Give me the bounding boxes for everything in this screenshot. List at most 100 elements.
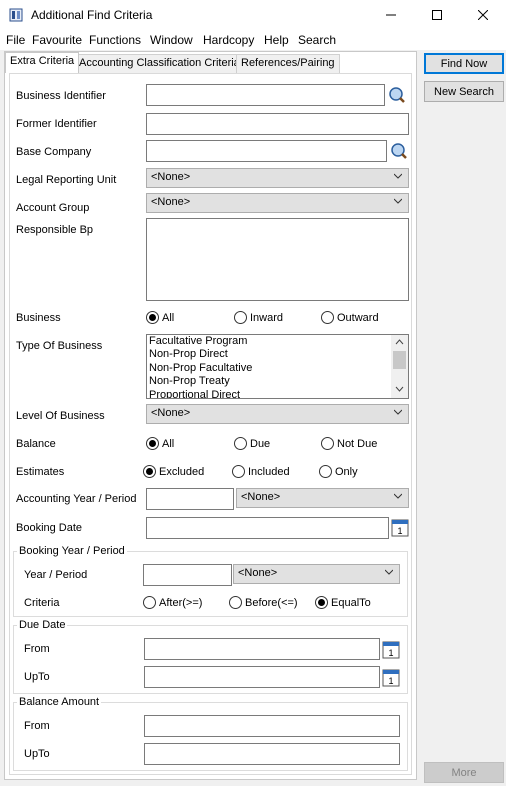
- tab-accounting-classification-criteria[interactable]: Accounting Classification Criteria: [74, 54, 245, 73]
- scrollbar-graphic: [393, 339, 406, 392]
- estimates-radio-only[interactable]: Only: [319, 465, 358, 478]
- list-item[interactable]: Proportional Direct: [147, 389, 408, 398]
- estimates-radio-included[interactable]: Included: [232, 465, 290, 478]
- booking-year-period-title: Booking Year / Period: [17, 545, 127, 557]
- responsible-bp-input[interactable]: [146, 218, 409, 301]
- menu-search[interactable]: Search: [298, 33, 336, 47]
- due-date-upto-input[interactable]: [144, 666, 380, 688]
- radio-icon: [143, 596, 156, 609]
- calendar-icon[interactable]: 1: [382, 667, 400, 687]
- calendar-icon[interactable]: 1: [391, 517, 409, 537]
- menu-help[interactable]: Help: [264, 33, 289, 47]
- account-group-select[interactable]: <None>: [146, 193, 409, 213]
- estimates-radio-excluded[interactable]: Excluded: [143, 465, 204, 478]
- tab-references-pairing[interactable]: References/Pairing: [236, 54, 340, 73]
- minimize-icon: [386, 14, 396, 16]
- balance-radio-due-label: Due: [250, 437, 271, 450]
- accounting-period-select[interactable]: <None>: [236, 488, 409, 508]
- booking-period-select[interactable]: <None>: [233, 564, 400, 584]
- accounting-period-value: <None>: [241, 491, 281, 503]
- accounting-year-input[interactable]: [146, 488, 234, 510]
- due-date-title: Due Date: [17, 619, 68, 631]
- type-of-business-listbox[interactable]: Facultative Program Non-Prop Direct Non-…: [146, 334, 409, 399]
- list-item[interactable]: Non-Prop Treaty: [147, 375, 408, 388]
- chevron-down-icon: [394, 173, 402, 179]
- estimates-radio-excluded-label: Excluded: [159, 465, 205, 478]
- menu-window[interactable]: Window: [150, 33, 193, 47]
- magnifier-icon: [391, 143, 407, 159]
- new-search-button[interactable]: New Search: [424, 81, 504, 102]
- business-radio-all[interactable]: All: [146, 311, 174, 324]
- app-icon: [9, 8, 23, 22]
- radio-icon: [234, 437, 247, 450]
- criteria-radio-equal-to-label: EqualTo: [331, 596, 371, 609]
- balance-radio-all[interactable]: All: [146, 437, 174, 450]
- responsible-bp-label: Responsible Bp: [16, 224, 94, 236]
- business-identifier-lookup-button[interactable]: [387, 84, 407, 106]
- more-button[interactable]: More: [424, 762, 504, 783]
- type-of-business-scrollbar[interactable]: [391, 335, 408, 398]
- criteria-radio-before-label: Before(<=): [245, 596, 298, 609]
- base-company-lookup-button[interactable]: [389, 140, 409, 162]
- balance-amount-from-label: From: [24, 720, 50, 732]
- menu-favourite[interactable]: Favourite: [32, 33, 82, 47]
- maximize-icon: [432, 10, 442, 20]
- estimates-label: Estimates: [16, 466, 65, 478]
- calendar-icon[interactable]: 1: [382, 639, 400, 659]
- balance-radio-not-due-label: Not Due: [337, 437, 378, 450]
- tab-extra-criteria[interactable]: Extra Criteria: [5, 52, 80, 73]
- level-of-business-value: <None>: [151, 407, 191, 419]
- menu-file[interactable]: File: [6, 33, 25, 47]
- title-bar: Additional Find Criteria: [0, 0, 506, 30]
- menu-functions[interactable]: Functions: [89, 33, 141, 47]
- list-item[interactable]: Non-Prop Direct: [147, 348, 408, 361]
- booking-year-input[interactable]: [143, 564, 232, 586]
- chevron-down-icon: [394, 198, 402, 204]
- criteria-radio-after[interactable]: After(>=): [143, 596, 202, 609]
- minimize-button[interactable]: [368, 0, 414, 30]
- chevron-down-icon: [394, 409, 402, 415]
- account-group-label: Account Group: [16, 202, 90, 214]
- booking-year-period-label: Year / Period: [24, 569, 88, 581]
- balance-radio-due[interactable]: Due: [234, 437, 270, 450]
- balance-radio-all-label: All: [162, 437, 175, 450]
- legal-reporting-unit-select[interactable]: <None>: [146, 168, 409, 188]
- business-radio-outward-label: Outward: [337, 311, 379, 324]
- due-date-from-input[interactable]: [144, 638, 380, 660]
- balance-label: Balance: [16, 438, 56, 450]
- radio-icon: [234, 311, 247, 324]
- level-of-business-select[interactable]: <None>: [146, 404, 409, 424]
- legal-reporting-unit-label: Legal Reporting Unit: [16, 174, 117, 186]
- business-identifier-label: Business Identifier: [16, 90, 106, 102]
- magnifier-icon: [389, 87, 405, 103]
- booking-period-value: <None>: [238, 567, 278, 579]
- list-item[interactable]: Facultative Program: [147, 335, 408, 348]
- criteria-radio-before[interactable]: Before(<=): [229, 596, 298, 609]
- radio-icon: [319, 465, 332, 478]
- radio-selected-icon: [146, 311, 159, 324]
- business-label: Business: [16, 312, 61, 324]
- business-radio-all-label: All: [162, 311, 175, 324]
- former-identifier-label: Former Identifier: [16, 118, 97, 130]
- radio-icon: [321, 311, 334, 324]
- business-identifier-input[interactable]: [146, 84, 385, 106]
- balance-amount-from-input[interactable]: [144, 715, 400, 737]
- base-company-input[interactable]: [146, 140, 387, 162]
- criteria-radio-equal-to[interactable]: EqualTo: [315, 596, 371, 609]
- close-icon: [478, 10, 488, 20]
- menu-hardcopy[interactable]: Hardcopy: [203, 33, 254, 47]
- close-button[interactable]: [460, 0, 506, 30]
- find-now-button[interactable]: Find Now: [424, 53, 504, 74]
- legal-reporting-unit-value: <None>: [151, 171, 191, 183]
- maximize-button[interactable]: [414, 0, 460, 30]
- balance-radio-not-due[interactable]: Not Due: [321, 437, 377, 450]
- business-radio-outward[interactable]: Outward: [321, 311, 379, 324]
- accounting-year-period-label: Accounting Year / Period: [16, 493, 137, 505]
- balance-amount-upto-input[interactable]: [144, 743, 400, 765]
- booking-date-input[interactable]: [146, 517, 389, 539]
- business-radio-inward[interactable]: Inward: [234, 311, 283, 324]
- balance-amount-upto-label: UpTo: [24, 748, 50, 760]
- list-item[interactable]: Non-Prop Facultative: [147, 362, 408, 375]
- balance-amount-title: Balance Amount: [17, 696, 102, 708]
- former-identifier-input[interactable]: [146, 113, 409, 135]
